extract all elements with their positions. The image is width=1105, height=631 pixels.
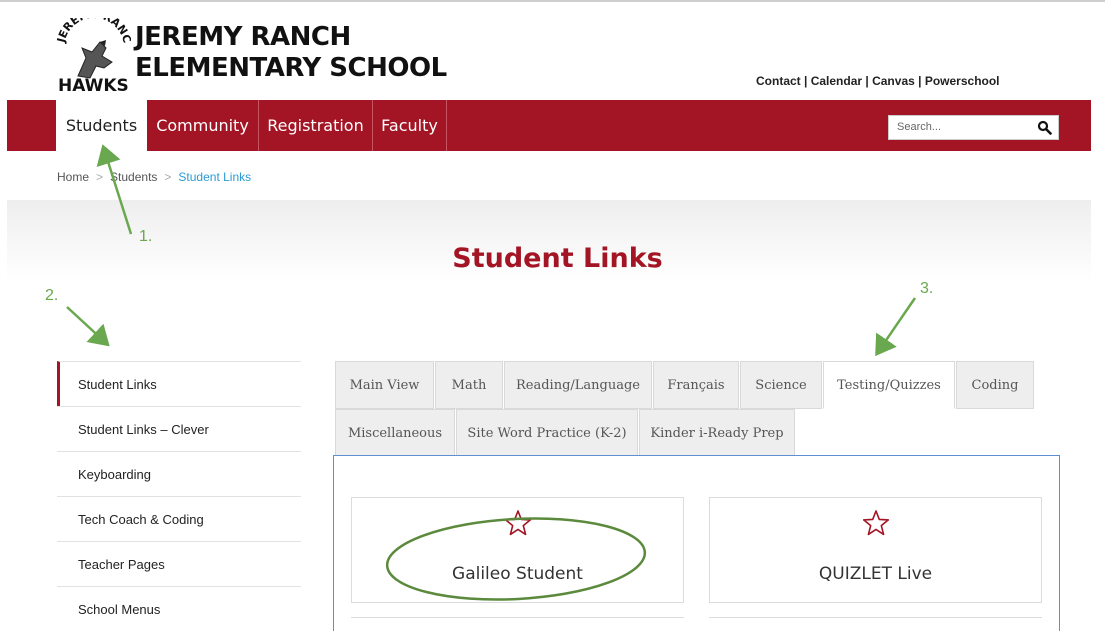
tab-kinder-iready-prep[interactable]: Kinder i-Ready Prep	[639, 409, 795, 457]
school-name[interactable]: JEREMY RANCH ELEMENTARY SCHOOL	[135, 22, 447, 84]
svg-text:JEREMY RANCH: JEREMY RANCH	[56, 18, 131, 45]
sidebar-item-student-links-clever[interactable]: Student Links – Clever	[57, 406, 301, 451]
annotation-arrow-3	[875, 297, 917, 357]
search-icon[interactable]	[1037, 120, 1052, 135]
tab-coding[interactable]: Coding	[956, 361, 1034, 409]
tab-reading-language[interactable]: Reading/Language	[504, 361, 652, 409]
search-placeholder: Search...	[897, 121, 942, 133]
annotation-label-3: 3.	[920, 280, 934, 297]
tab-francais[interactable]: Français	[653, 361, 739, 409]
utility-links: Contact | Calendar | Canvas | Powerschoo…	[756, 74, 1000, 88]
contact-link[interactable]: Contact	[756, 74, 801, 88]
sidebar-item-student-links[interactable]: Student Links	[57, 361, 301, 406]
powerschool-link[interactable]: Powerschool	[925, 74, 1000, 88]
tab-main-view[interactable]: Main View	[335, 361, 434, 409]
school-logo[interactable]: JEREMY RANCH HAWKS	[51, 8, 133, 96]
sidebar-item-school-menus[interactable]: School Menus	[57, 586, 301, 631]
nav-community[interactable]: Community	[147, 100, 259, 151]
link-card-galileo[interactable]: Galileo Student	[351, 497, 684, 603]
sidebar-item-tech-coach-coding[interactable]: Tech Coach & Coding	[57, 496, 301, 541]
tab-science[interactable]: Science	[740, 361, 822, 409]
annotation-label-1: 1.	[139, 228, 153, 245]
card-title[interactable]: Galileo Student	[352, 564, 683, 584]
search-input[interactable]: Search...	[888, 115, 1059, 140]
chevron-right-icon: >	[164, 170, 172, 184]
breadcrumb-current[interactable]: Student Links	[178, 170, 251, 184]
school-name-line1: JEREMY RANCH	[135, 22, 351, 52]
link-card-next[interactable]	[351, 617, 684, 631]
breadcrumb-home[interactable]: Home	[57, 170, 89, 184]
svg-text:HAWKS: HAWKS	[58, 76, 129, 94]
nav-faculty[interactable]: Faculty	[373, 100, 447, 151]
tab-site-word-practice[interactable]: Site Word Practice (K-2)	[456, 409, 638, 457]
sidebar-item-keyboarding[interactable]: Keyboarding	[57, 451, 301, 496]
link-card-next[interactable]	[709, 617, 1042, 631]
tab-math[interactable]: Math	[435, 361, 503, 409]
nav-students[interactable]: Students	[56, 100, 147, 151]
sidebar-item-teacher-pages[interactable]: Teacher Pages	[57, 541, 301, 586]
card-title[interactable]: QUIZLET Live	[710, 564, 1041, 584]
breadcrumb: Home > Students > Student Links	[57, 170, 251, 184]
main-nav: Students Community Registration Faculty …	[7, 100, 1091, 151]
nav-registration[interactable]: Registration	[259, 100, 373, 151]
school-name-line2: ELEMENTARY SCHOOL	[135, 53, 447, 83]
sidebar-nav: Student Links Student Links – Clever Key…	[57, 361, 301, 631]
breadcrumb-students[interactable]: Students	[110, 170, 157, 184]
tab-miscellaneous[interactable]: Miscellaneous	[335, 409, 455, 457]
annotation-arrow-2	[66, 306, 110, 347]
annotation-label-2: 2.	[45, 287, 59, 304]
page-title: Student Links	[452, 243, 663, 274]
link-card-quizlet-live[interactable]: QUIZLET Live	[709, 497, 1042, 603]
star-outline-icon	[504, 510, 531, 536]
calendar-link[interactable]: Calendar	[811, 74, 862, 88]
tab-testing-quizzes[interactable]: Testing/Quizzes	[823, 361, 955, 409]
star-outline-icon	[862, 510, 889, 536]
chevron-right-icon: >	[96, 170, 104, 184]
canvas-link[interactable]: Canvas	[872, 74, 915, 88]
top-border	[0, 0, 1105, 10]
